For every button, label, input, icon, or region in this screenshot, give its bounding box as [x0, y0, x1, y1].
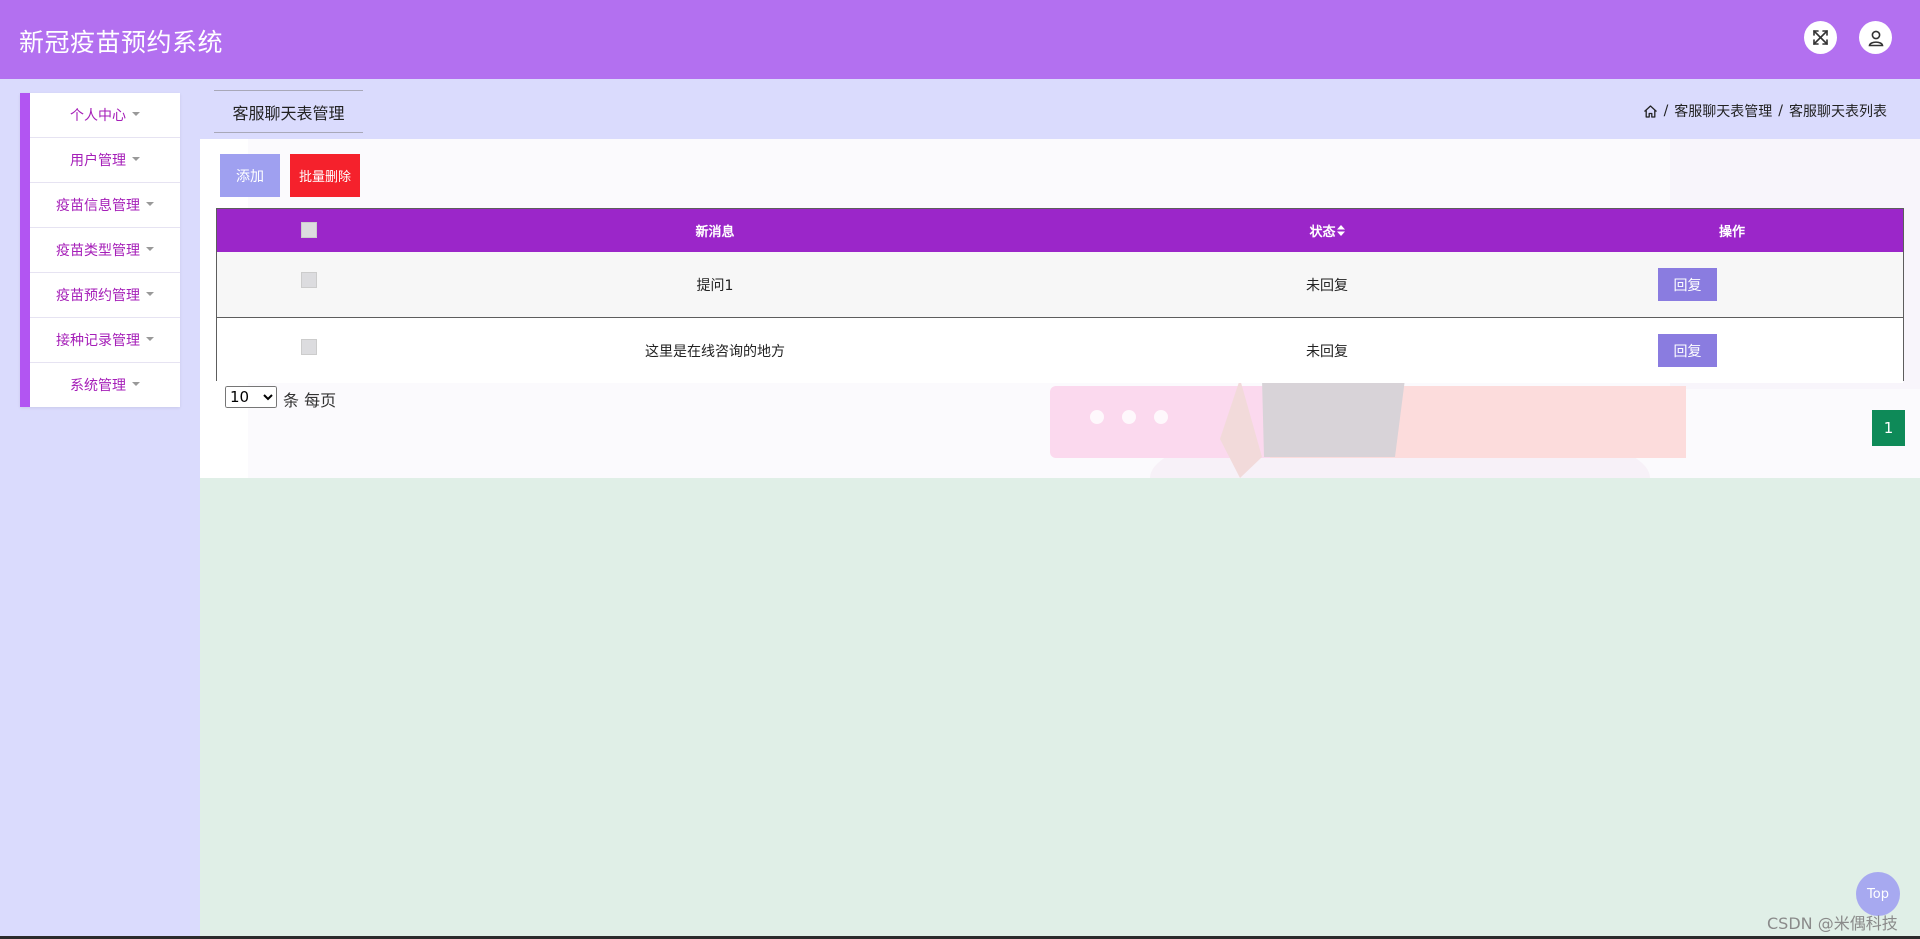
chevron-down-icon — [146, 247, 154, 251]
table-row: 这里是在线咨询的地方 未回复 回复 — [217, 318, 1903, 383]
reply-button[interactable]: 回复 — [1658, 268, 1717, 301]
top-header: 新冠疫苗预约系统 — [0, 0, 1920, 79]
select-all-checkbox[interactable] — [301, 222, 317, 238]
chevron-down-icon — [146, 202, 154, 206]
sidebar-item-label: 个人中心 — [70, 108, 126, 124]
sidebar-item-vaccination-records[interactable]: 接种记录管理 — [30, 318, 180, 363]
chevron-down-icon — [132, 382, 140, 386]
breadcrumb-separator: / — [1778, 103, 1783, 119]
chevron-down-icon — [146, 292, 154, 296]
lower-area — [200, 478, 1920, 939]
user-icon — [1868, 30, 1883, 46]
sidebar-item-vaccine-types[interactable]: 疫苗类型管理 — [30, 228, 180, 273]
status-cell: 未回复 — [1306, 343, 1348, 360]
sidebar-item-label: 系统管理 — [70, 378, 126, 394]
column-header-action: 操作 — [1718, 225, 1745, 240]
page-size-select[interactable]: 10 — [225, 386, 277, 408]
home-icon[interactable] — [1643, 104, 1658, 119]
sidebar-item-profile[interactable]: 个人中心 — [30, 93, 180, 138]
sidebar-item-label: 接种记录管理 — [56, 333, 140, 349]
sidebar-item-label: 疫苗类型管理 — [56, 243, 140, 259]
fullscreen-button[interactable] — [1804, 21, 1837, 54]
sidebar-item-users[interactable]: 用户管理 — [30, 138, 180, 183]
status-cell: 未回复 — [1306, 277, 1348, 294]
sidebar-item-system[interactable]: 系统管理 — [30, 363, 180, 407]
table-row: 提问1 未回复 回复 — [217, 252, 1903, 318]
chat-table: 新消息 状态 操作 提问1 未回复 回复 这里是在线咨询的地方 未回复 回复 — [216, 208, 1904, 383]
sidebar-item-vaccine-info[interactable]: 疫苗信息管理 — [30, 183, 180, 228]
column-header-status-label: 状态 — [1309, 225, 1336, 240]
message-cell: 这里是在线咨询的地方 — [645, 343, 785, 360]
app-title: 新冠疫苗预约系统 — [19, 28, 224, 57]
breadcrumb-item[interactable]: 客服聊天表列表 — [1789, 101, 1887, 121]
expand-icon — [1813, 30, 1828, 45]
sidebar-item-label: 疫苗预约管理 — [56, 288, 140, 304]
row-checkbox[interactable] — [301, 272, 317, 288]
sidebar-item-label: 疫苗信息管理 — [56, 198, 140, 214]
user-button[interactable] — [1859, 21, 1892, 54]
batch-delete-button[interactable]: 批量删除 — [290, 154, 360, 197]
column-header-status[interactable]: 状态 — [1247, 209, 1407, 252]
chevron-down-icon — [146, 337, 154, 341]
sidebar-item-label: 用户管理 — [70, 153, 126, 169]
tab-chat-management[interactable]: 客服聊天表管理 — [214, 90, 363, 133]
page-size-label: 条 每页 — [283, 391, 337, 410]
column-header-message: 新消息 — [695, 225, 735, 240]
watermark: CSDN @米偶科技 — [1767, 914, 1898, 933]
chevron-down-icon — [132, 157, 140, 161]
chevron-down-icon — [132, 112, 140, 116]
page-number-button[interactable]: 1 — [1872, 410, 1905, 446]
reply-button[interactable]: 回复 — [1658, 334, 1717, 367]
add-button[interactable]: 添加 — [220, 154, 280, 197]
message-cell: 提问1 — [696, 277, 734, 294]
sort-icon[interactable] — [1336, 225, 1345, 236]
row-checkbox[interactable] — [301, 339, 317, 355]
table-header: 新消息 状态 操作 — [217, 209, 1903, 252]
sidebar-item-vaccine-booking[interactable]: 疫苗预约管理 — [30, 273, 180, 318]
breadcrumb: / 客服聊天表管理 / 客服聊天表列表 — [1643, 101, 1887, 121]
breadcrumb-separator: / — [1663, 103, 1669, 119]
breadcrumb-item[interactable]: 客服聊天表管理 — [1674, 101, 1772, 121]
sidebar-menu: 个人中心 用户管理 疫苗信息管理 疫苗类型管理 疫苗预约管理 接种记录管理 系统… — [20, 93, 180, 407]
